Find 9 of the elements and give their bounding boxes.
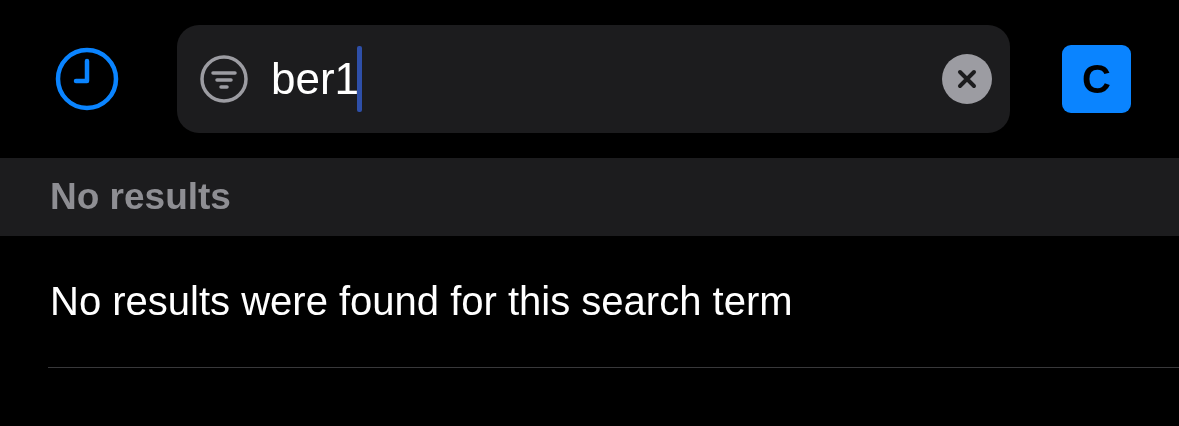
filter-icon — [199, 54, 249, 104]
account-button[interactable]: C — [1062, 45, 1131, 113]
clock-icon[interactable] — [54, 46, 120, 112]
clear-button[interactable] — [942, 54, 992, 104]
empty-message: No results were found for this search term — [50, 279, 793, 324]
section-title: No results — [50, 176, 231, 218]
search-input[interactable]: ber1 — [271, 54, 357, 104]
text-cursor — [357, 46, 362, 112]
close-icon — [956, 68, 978, 90]
